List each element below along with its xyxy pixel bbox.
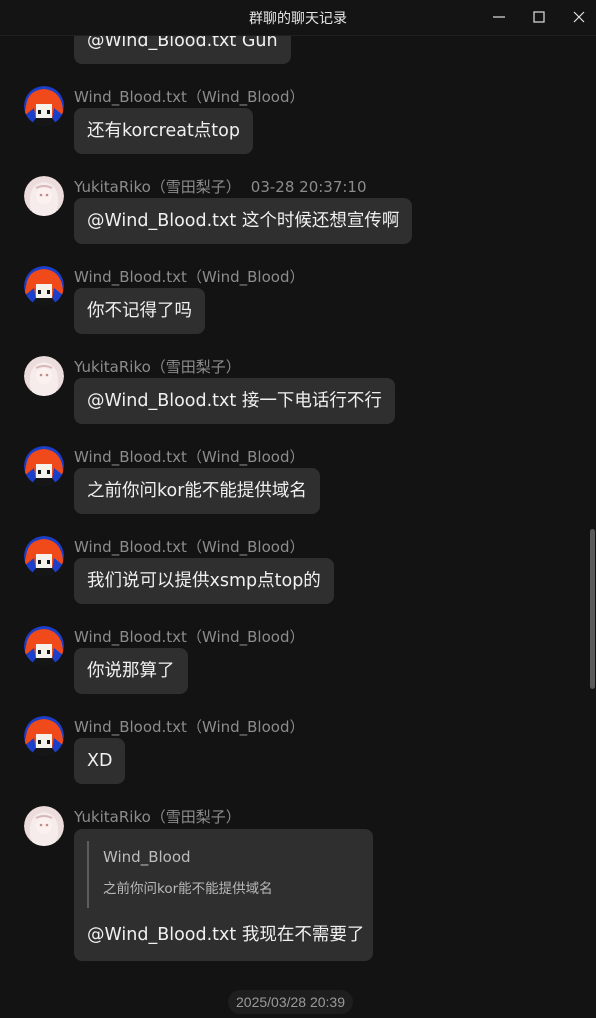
message-text: @Wind_Blood.txt 我现在不需要了 bbox=[87, 925, 365, 945]
sender-name: Wind_Blood.txt（Wind_Blood） bbox=[74, 88, 305, 106]
message-bubble[interactable]: @Wind_Blood.txt 接一下电话行不行 bbox=[74, 378, 395, 424]
avatar[interactable] bbox=[24, 356, 64, 396]
wind-blood-avatar-icon bbox=[24, 716, 64, 756]
sender-name: Wind_Blood.txt（Wind_Blood） bbox=[74, 718, 305, 736]
message-bubble[interactable]: Wind_Blood 之前你问kor能不能提供域名 @Wind_Blood.tx… bbox=[74, 829, 373, 961]
maximize-icon bbox=[533, 11, 545, 23]
quoted-text: 之前你问kor能不能提供域名 bbox=[103, 881, 273, 897]
yukita-riko-avatar-icon bbox=[24, 806, 64, 846]
wind-blood-avatar-icon bbox=[24, 626, 64, 666]
avatar[interactable] bbox=[24, 176, 64, 216]
message-meta: YukitaRiko（雪田梨子） 03-28 20:37:10 bbox=[74, 176, 367, 197]
wind-blood-avatar-icon bbox=[24, 446, 64, 486]
message-bubble[interactable]: 还有korcreat点top bbox=[74, 108, 253, 154]
message-list[interactable]: @Wind_Blood.txt Gun Wind_Blood.txt（Wind_… bbox=[0, 36, 596, 1018]
sender-name: Wind_Blood.txt（Wind_Blood） bbox=[74, 538, 305, 556]
sender-name: YukitaRiko（雪田梨子） bbox=[74, 808, 241, 826]
avatar[interactable] bbox=[24, 716, 64, 756]
avatar[interactable] bbox=[24, 446, 64, 486]
close-icon bbox=[573, 11, 585, 23]
avatar[interactable] bbox=[24, 86, 64, 126]
date-divider: 2025/03/28 20:39 bbox=[228, 990, 353, 1014]
wind-blood-avatar-icon bbox=[24, 536, 64, 576]
quoted-message[interactable]: Wind_Blood 之前你问kor能不能提供域名 bbox=[87, 841, 351, 908]
sender-name: Wind_Blood.txt（Wind_Blood） bbox=[74, 268, 305, 286]
avatar[interactable] bbox=[24, 266, 64, 306]
sender-name: YukitaRiko（雪田梨子） bbox=[74, 358, 241, 376]
avatar[interactable] bbox=[24, 806, 64, 846]
avatar[interactable] bbox=[24, 626, 64, 666]
message-timestamp: 03-28 20:37:10 bbox=[250, 178, 367, 196]
quoted-author: Wind_Blood bbox=[103, 848, 191, 866]
avatar[interactable] bbox=[24, 536, 64, 576]
message-bubble[interactable]: 你说那算了 bbox=[74, 648, 188, 694]
message-bubble[interactable]: 之前你问kor能不能提供域名 bbox=[74, 468, 320, 514]
yukita-riko-avatar-icon bbox=[24, 176, 64, 216]
message-bubble[interactable]: 我们说可以提供xsmp点top的 bbox=[74, 558, 334, 604]
message-bubble[interactable]: @Wind_Blood.txt Gun bbox=[74, 36, 291, 64]
title-bar[interactable]: 群聊的聊天记录 bbox=[0, 0, 596, 36]
message-bubble[interactable]: 你不记得了吗 bbox=[74, 288, 205, 334]
wind-blood-avatar-icon bbox=[24, 86, 64, 126]
message-bubble[interactable]: @Wind_Blood.txt 这个时候还想宣传啊 bbox=[74, 198, 413, 244]
minimize-button[interactable] bbox=[486, 5, 512, 29]
close-button[interactable] bbox=[566, 5, 592, 29]
message-bubble[interactable]: XD bbox=[74, 738, 126, 784]
chat-history-window: 群聊的聊天记录 @Wind_Blood.txt Gun Wind_Blood.t… bbox=[0, 0, 596, 1018]
sender-name: Wind_Blood.txt（Wind_Blood） bbox=[74, 448, 305, 466]
minimize-icon bbox=[493, 16, 505, 18]
wind-blood-avatar-icon bbox=[24, 266, 64, 306]
sender-name: Wind_Blood.txt（Wind_Blood） bbox=[74, 628, 305, 646]
maximize-button[interactable] bbox=[526, 5, 552, 29]
sender-name: YukitaRiko（雪田梨子） bbox=[74, 178, 241, 196]
scrollbar-thumb[interactable] bbox=[590, 529, 595, 689]
yukita-riko-avatar-icon bbox=[24, 356, 64, 396]
